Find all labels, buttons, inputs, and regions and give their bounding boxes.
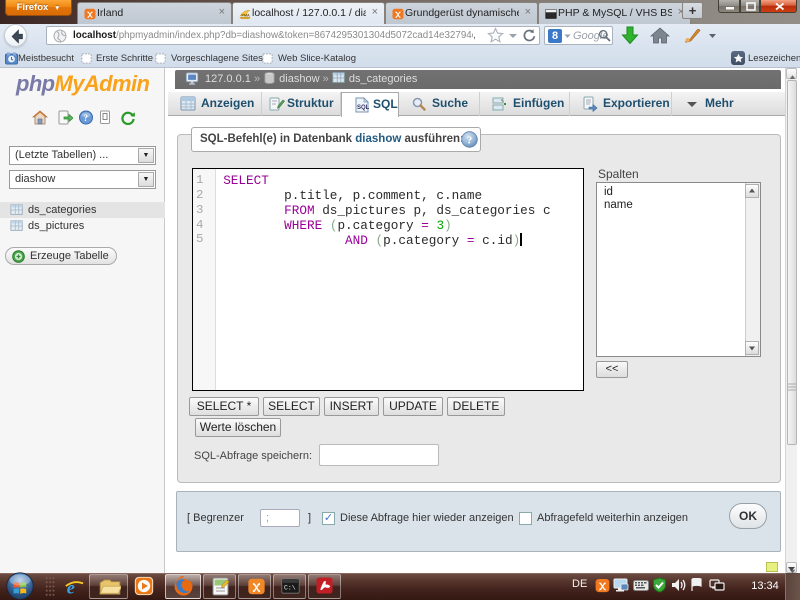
svg-text:C:\: C:\ <box>284 585 296 592</box>
svg-text:e: e <box>67 577 75 597</box>
svg-text:SQL: SQL <box>357 105 370 111</box>
svg-text:?: ? <box>84 113 89 123</box>
svg-text:PMA: PMA <box>242 14 251 18</box>
svg-text:?: ? <box>467 135 473 147</box>
